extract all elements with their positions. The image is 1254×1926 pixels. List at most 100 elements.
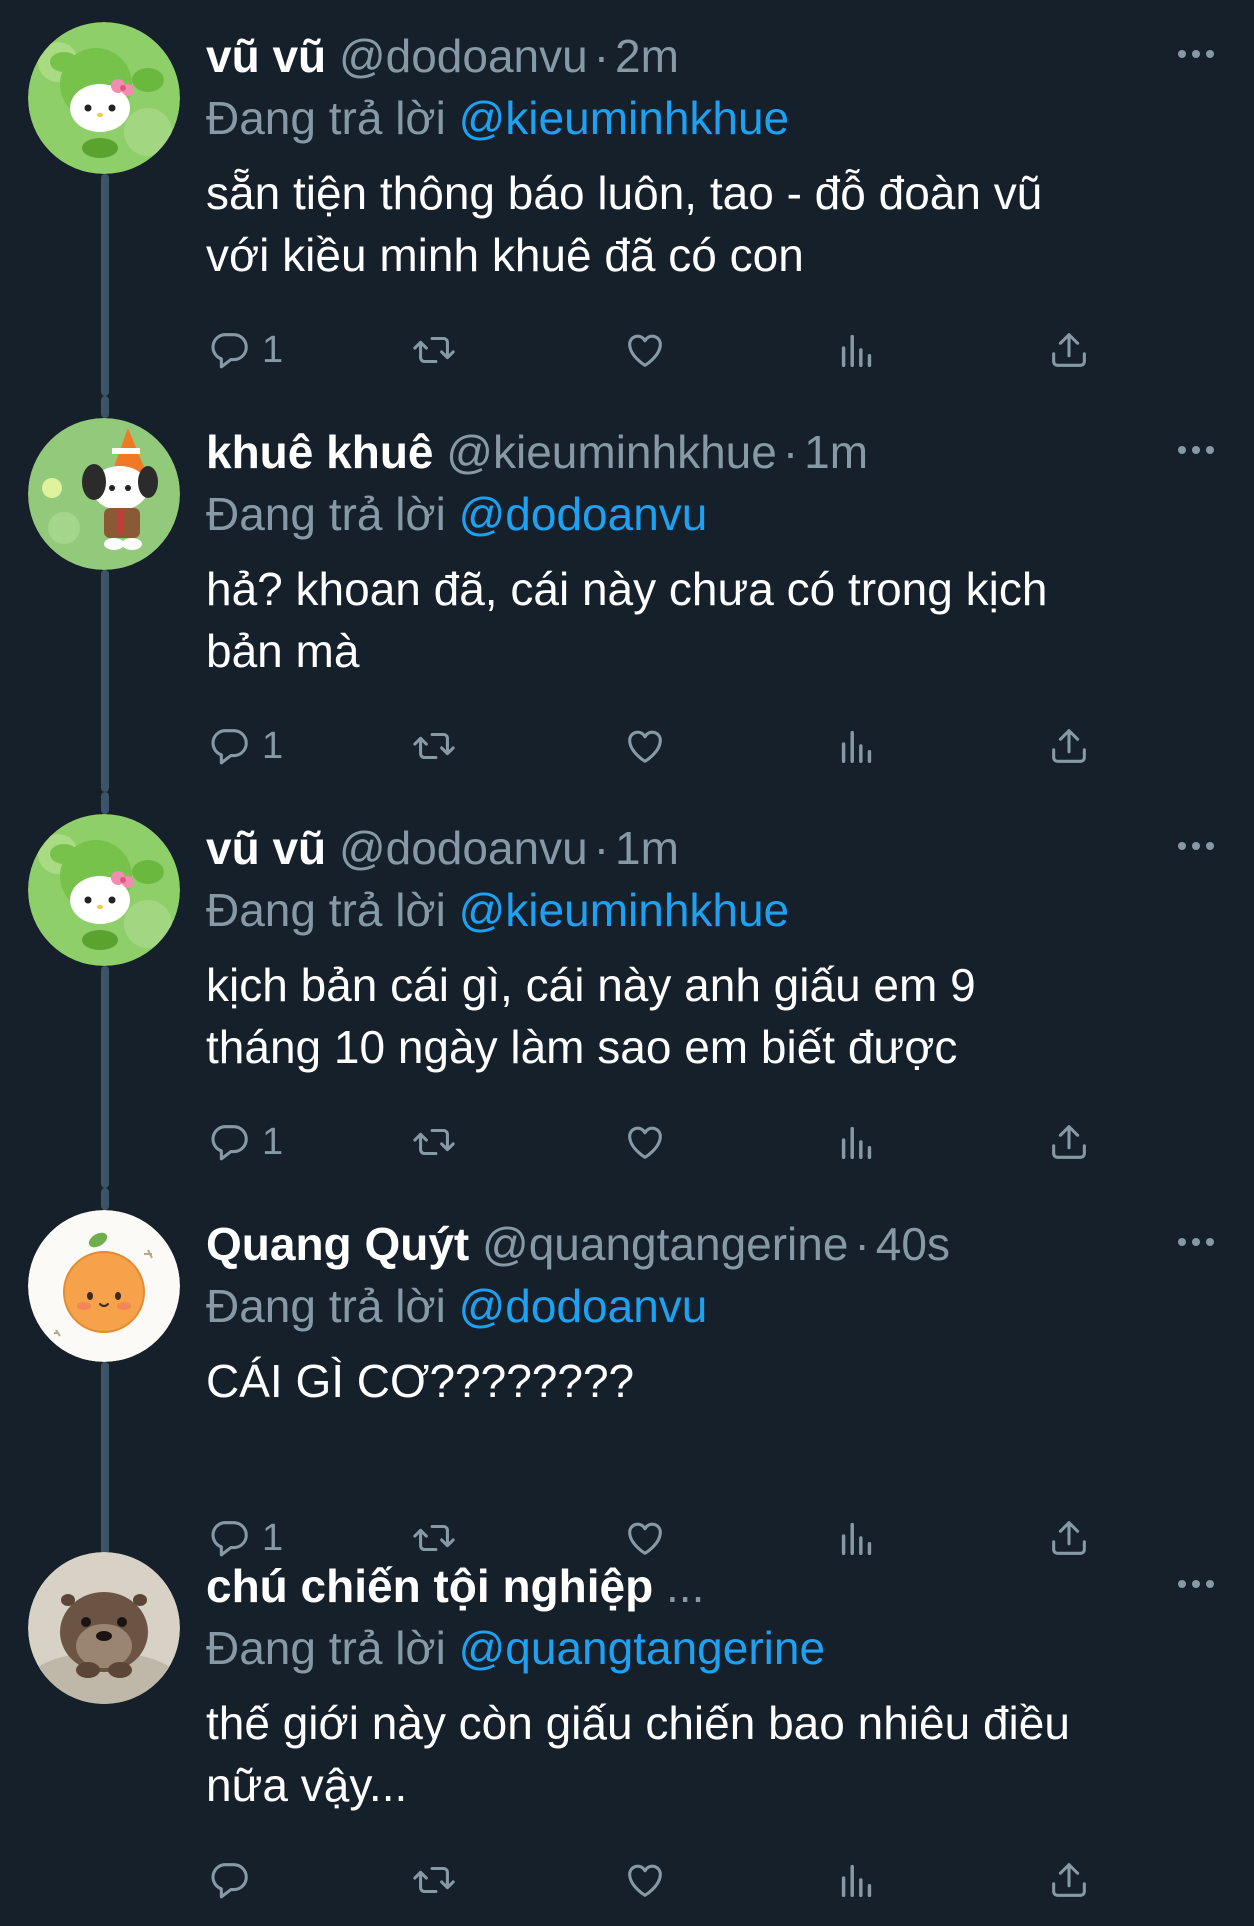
replying-to: Đang trả lời @quangtangerine — [206, 1616, 825, 1680]
tweet-header: khuê khuê @kieuminhkhue · 1m — [206, 420, 1146, 484]
thread-connector — [101, 966, 109, 1188]
thread-connector — [101, 1188, 109, 1210]
thread-connector — [101, 396, 109, 418]
tweet-text: CÁI GÌ CƠ???????? — [206, 1355, 635, 1407]
views-button[interactable] — [834, 716, 880, 776]
heart-icon — [628, 1126, 662, 1159]
mention-link[interactable]: @dodoanvu — [459, 1280, 708, 1332]
reply-button[interactable]: 1 — [206, 716, 283, 776]
hello-kitty-peashooter-avatar — [28, 22, 180, 174]
display-name[interactable]: khuê khuê — [206, 426, 434, 478]
reply-count: 1 — [262, 724, 284, 767]
tweet[interactable]: vũ vũ @dodoanvu · 1m Đang trả lời @kieumin… — [0, 792, 1254, 1188]
display-name[interactable]: Quang Quýt — [206, 1218, 469, 1270]
tweet[interactable]: Quang Quýt @quangtangerine · 40s Đang trả … — [0, 1188, 1254, 1584]
retweet-button[interactable] — [410, 1112, 458, 1172]
share-button[interactable] — [1046, 716, 1092, 776]
replying-to-label: Đang trả lời — [206, 1622, 446, 1674]
avatar[interactable] — [28, 1552, 180, 1704]
like-button[interactable] — [622, 320, 668, 380]
timestamp[interactable]: 1m — [615, 822, 679, 874]
share-icon — [1052, 1125, 1086, 1159]
mention-link[interactable]: @kieuminhkhue — [459, 884, 790, 936]
reply-count: 1 — [262, 328, 284, 371]
avatar[interactable] — [28, 814, 180, 966]
views-button[interactable] — [834, 1850, 880, 1910]
tweet-actions — [206, 1850, 1086, 1910]
mention-link[interactable]: @kieuminhkhue — [459, 92, 790, 144]
timestamp[interactable]: 40s — [876, 1218, 950, 1270]
more-options-button[interactable] — [1172, 430, 1220, 470]
replying-to: Đang trả lời @kieuminhkhue — [206, 878, 789, 942]
mention-link[interactable]: @dodoanvu — [459, 488, 708, 540]
views-button[interactable] — [834, 320, 880, 380]
username[interactable]: @kieuminhkhue — [446, 426, 777, 478]
thread-connector — [101, 792, 109, 814]
display-name[interactable]: vũ vũ — [206, 822, 326, 874]
thread-connector — [101, 1530, 109, 1552]
reply-button[interactable]: 1 — [206, 1112, 283, 1172]
reply-icon — [211, 333, 248, 369]
retweet-icon — [413, 1128, 455, 1156]
tweet-header: chú chiến tội nghiệp ... — [206, 1554, 1146, 1618]
share-button[interactable] — [1046, 320, 1092, 380]
heart-icon — [628, 1864, 662, 1897]
avatar[interactable] — [28, 22, 180, 174]
retweet-icon — [413, 336, 455, 364]
analytics-icon — [841, 1864, 872, 1898]
heart-icon — [628, 730, 662, 763]
retweet-button[interactable] — [410, 320, 458, 380]
analytics-icon — [841, 730, 872, 764]
tweet-header: Quang Quýt @quangtangerine · 40s — [206, 1212, 1146, 1276]
heart-icon — [628, 334, 662, 367]
analytics-icon — [841, 1126, 872, 1160]
replying-to: Đang trả lời @dodoanvu — [206, 482, 707, 546]
retweet-button[interactable] — [410, 1850, 458, 1910]
tweet[interactable]: chú chiến tội nghiệp ... Đang trả lời @q… — [0, 1530, 1254, 1926]
reply-button[interactable] — [206, 1850, 262, 1910]
share-button[interactable] — [1046, 1112, 1092, 1172]
reply-count: 1 — [262, 1120, 284, 1163]
replying-to: Đang trả lời @dodoanvu — [206, 1274, 707, 1338]
timestamp[interactable]: 2m — [615, 30, 679, 82]
mention-link[interactable]: @quangtangerine — [459, 1622, 825, 1674]
pochacco-cone-hat-avatar — [28, 418, 180, 570]
display-name[interactable]: chú chiến tội nghiệp — [206, 1560, 653, 1612]
timestamp[interactable]: 1m — [804, 426, 868, 478]
replying-to-label: Đang trả lời — [206, 488, 446, 540]
avatar[interactable] — [28, 1210, 180, 1362]
more-options-button[interactable] — [1172, 1564, 1220, 1604]
tweet-text: thế giới này còn giấu chiến bao nhiêu đi… — [206, 1697, 1070, 1811]
share-icon — [1052, 729, 1086, 763]
more-icon — [1178, 1238, 1214, 1246]
more-icon — [1178, 842, 1214, 850]
tweet-actions: 1 — [206, 320, 1086, 380]
username[interactable]: @dodoanvu — [339, 30, 588, 82]
tweet-header: vũ vũ @dodoanvu · 1m — [206, 816, 1146, 880]
tweet[interactable]: khuê khuê @kieuminhkhue · 1m Đang trả lời … — [0, 396, 1254, 792]
avatar[interactable] — [28, 418, 180, 570]
otter-avatar — [28, 1552, 180, 1704]
separator-dot: · — [854, 1218, 870, 1270]
display-name[interactable]: vũ vũ — [206, 30, 326, 82]
reply-icon — [211, 1863, 248, 1899]
username[interactable]: @dodoanvu — [339, 822, 588, 874]
more-options-button[interactable] — [1172, 34, 1220, 74]
share-button[interactable] — [1046, 1850, 1092, 1910]
reply-button[interactable]: 1 — [206, 320, 283, 380]
views-button[interactable] — [834, 1112, 880, 1172]
like-button[interactable] — [622, 1112, 668, 1172]
tweet-header: vũ vũ @dodoanvu · 2m — [206, 24, 1146, 88]
like-button[interactable] — [622, 716, 668, 776]
reply-icon — [211, 1125, 248, 1161]
tweet-actions: 1 — [206, 1112, 1086, 1172]
tweet[interactable]: vũ vũ @dodoanvu · 2m Đang trả lời @kieumin… — [0, 0, 1254, 396]
more-options-button[interactable] — [1172, 826, 1220, 866]
like-button[interactable] — [622, 1850, 668, 1910]
retweet-button[interactable] — [410, 716, 458, 776]
username[interactable]: @quangtangerine — [482, 1218, 848, 1270]
more-icon — [1178, 50, 1214, 58]
share-icon — [1052, 1863, 1086, 1897]
tangerine-avatar — [28, 1210, 180, 1362]
more-options-button[interactable] — [1172, 1222, 1220, 1262]
